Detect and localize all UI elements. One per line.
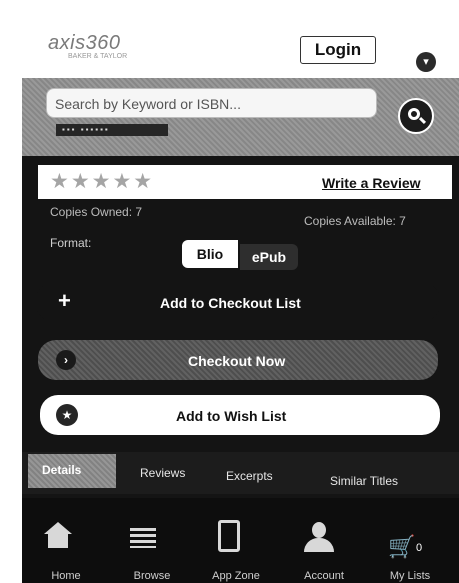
chevron-down-icon[interactable]: ▾ — [416, 52, 436, 72]
nav-app-zone[interactable]: App Zone — [196, 498, 276, 583]
write-review-link[interactable]: Write a Review — [322, 175, 421, 191]
person-icon-body — [304, 538, 334, 552]
copies-available: Copies Available: 7 — [304, 214, 406, 228]
add-to-wishlist-label: Add to Wish List — [176, 408, 287, 424]
logo[interactable]: axis360 BAKER & TAYLOR — [48, 32, 127, 60]
rating-stars[interactable]: ★★★★★ — [50, 169, 154, 194]
search-icon[interactable] — [398, 98, 434, 134]
search-handle — [418, 116, 427, 125]
book-cover-fragment: ▪▪▪ ▪▪▪▪▪▪ — [56, 124, 168, 136]
cart-icon: 🛒 — [388, 534, 416, 559]
format-blio-button[interactable]: Blio — [182, 240, 238, 268]
tab-similar-titles[interactable]: Similar Titles — [330, 474, 398, 488]
nav-browse[interactable]: Browse — [112, 498, 192, 583]
search-input[interactable]: Search by Keyword or ISBN... — [46, 88, 377, 118]
checkout-now-label: Checkout Now — [188, 353, 286, 369]
tab-excerpts[interactable]: Excerpts — [226, 469, 273, 483]
cart-count: 0 — [416, 542, 423, 554]
detail-tabs: Details Reviews Excerpts Similar Titles — [22, 452, 459, 494]
nav-account-label: Account — [304, 570, 344, 582]
logo-text: axis360 — [48, 32, 121, 54]
nav-my-lists[interactable]: 🛒 0 My Lists — [370, 498, 450, 583]
star-icon: ★ — [56, 404, 78, 426]
nav-account[interactable]: Account — [284, 498, 364, 583]
nav-home[interactable]: Home — [26, 498, 106, 583]
format-label: Format: — [50, 236, 92, 250]
nav-app-zone-label: App Zone — [212, 570, 260, 582]
plus-icon: + — [58, 288, 71, 313]
add-to-wishlist-button[interactable]: ★ Add to Wish List — [40, 395, 440, 435]
bottom-nav: Home Browse App Zone Account 🛒 0 My List… — [22, 498, 459, 583]
nav-home-label: Home — [51, 570, 81, 582]
person-icon — [312, 522, 326, 538]
add-to-checkout-label: Add to Checkout List — [160, 295, 301, 311]
add-to-checkout-button[interactable]: + Add to Checkout List — [36, 282, 440, 322]
checkout-now-button[interactable]: › Checkout Now — [38, 340, 438, 380]
app-frame: axis360 BAKER & TAYLOR Login ▾ Search by… — [22, 0, 459, 583]
tablet-icon — [218, 520, 240, 552]
home-icon — [44, 522, 72, 534]
header: axis360 BAKER & TAYLOR Login ▾ — [22, 0, 459, 79]
chevron-right-icon: › — [56, 350, 76, 370]
rating-bar: ★★★★★ Write a Review — [38, 165, 452, 199]
format-epub-button[interactable]: ePub — [240, 244, 298, 270]
list-icon — [130, 528, 156, 548]
login-button[interactable]: Login — [300, 36, 376, 64]
nav-my-lists-label: My Lists — [389, 570, 431, 582]
copies-owned: Copies Owned: 7 — [50, 205, 143, 219]
tab-reviews[interactable]: Reviews — [140, 466, 185, 480]
search-band: Search by Keyword or ISBN... ▪▪▪ ▪▪▪▪▪▪ — [22, 78, 459, 156]
nav-browse-label: Browse — [133, 570, 171, 582]
home-icon-body — [48, 534, 68, 548]
logo-subtext: BAKER & TAYLOR — [68, 53, 128, 60]
tab-details[interactable]: Details — [28, 454, 116, 488]
